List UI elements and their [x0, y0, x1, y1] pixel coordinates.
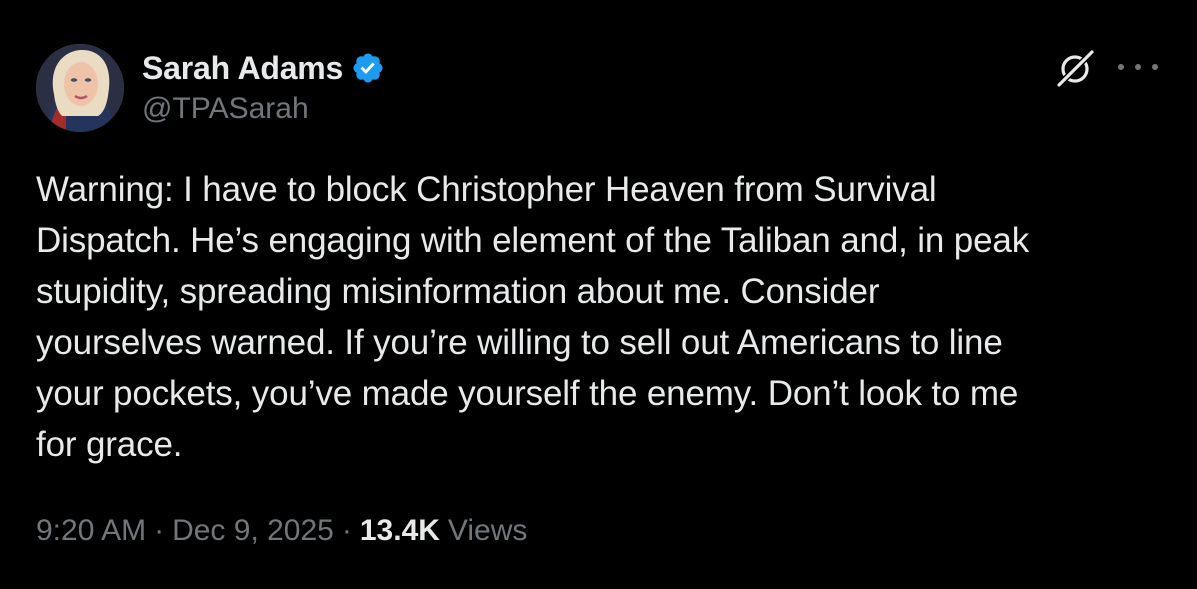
tweet-time[interactable]: 9:20 AM: [36, 514, 146, 548]
meta-separator: ·: [341, 514, 352, 547]
author-handle[interactable]: @TPASarah: [142, 92, 309, 126]
grok-icon[interactable]: [1054, 46, 1098, 90]
tweet-meta: 9:20 AM · Dec 9, 2025 · 13.4K Views: [36, 514, 527, 548]
tweet-text-line: stupidity, spreading misinformation abou…: [36, 272, 880, 311]
views-count[interactable]: 13.4K: [360, 514, 440, 548]
avatar-image: [36, 44, 124, 132]
author-name-row: Sarah Adams: [142, 46, 385, 90]
views-label: Views: [447, 514, 528, 547]
tweet-text-line: yourselves warned. If you’re willing to …: [36, 323, 1003, 362]
more-dot: [1135, 64, 1141, 70]
tweet-card: Sarah Adams @TPASarah Warning: I have to…: [0, 0, 1197, 589]
verified-badge-icon[interactable]: [351, 51, 385, 85]
tweet-text-line: for grace.: [36, 425, 183, 464]
meta-separator: ·: [154, 514, 165, 547]
more-horizontal-icon[interactable]: [1118, 52, 1158, 82]
tweet-text-line: your pockets, you’ve made yourself the e…: [36, 374, 1019, 413]
author-display-name[interactable]: Sarah Adams: [142, 50, 343, 87]
tweet-text-line: Dispatch. He’s engaging with element of …: [36, 221, 1030, 260]
more-dot: [1118, 64, 1124, 70]
tweet-text-line: Warning: I have to block Christopher Hea…: [36, 170, 937, 209]
avatar[interactable]: [36, 44, 124, 132]
tweet-date[interactable]: Dec 9, 2025: [172, 514, 334, 548]
more-dot: [1152, 64, 1158, 70]
tweet-text: Warning: I have to block Christopher Hea…: [36, 164, 1166, 470]
